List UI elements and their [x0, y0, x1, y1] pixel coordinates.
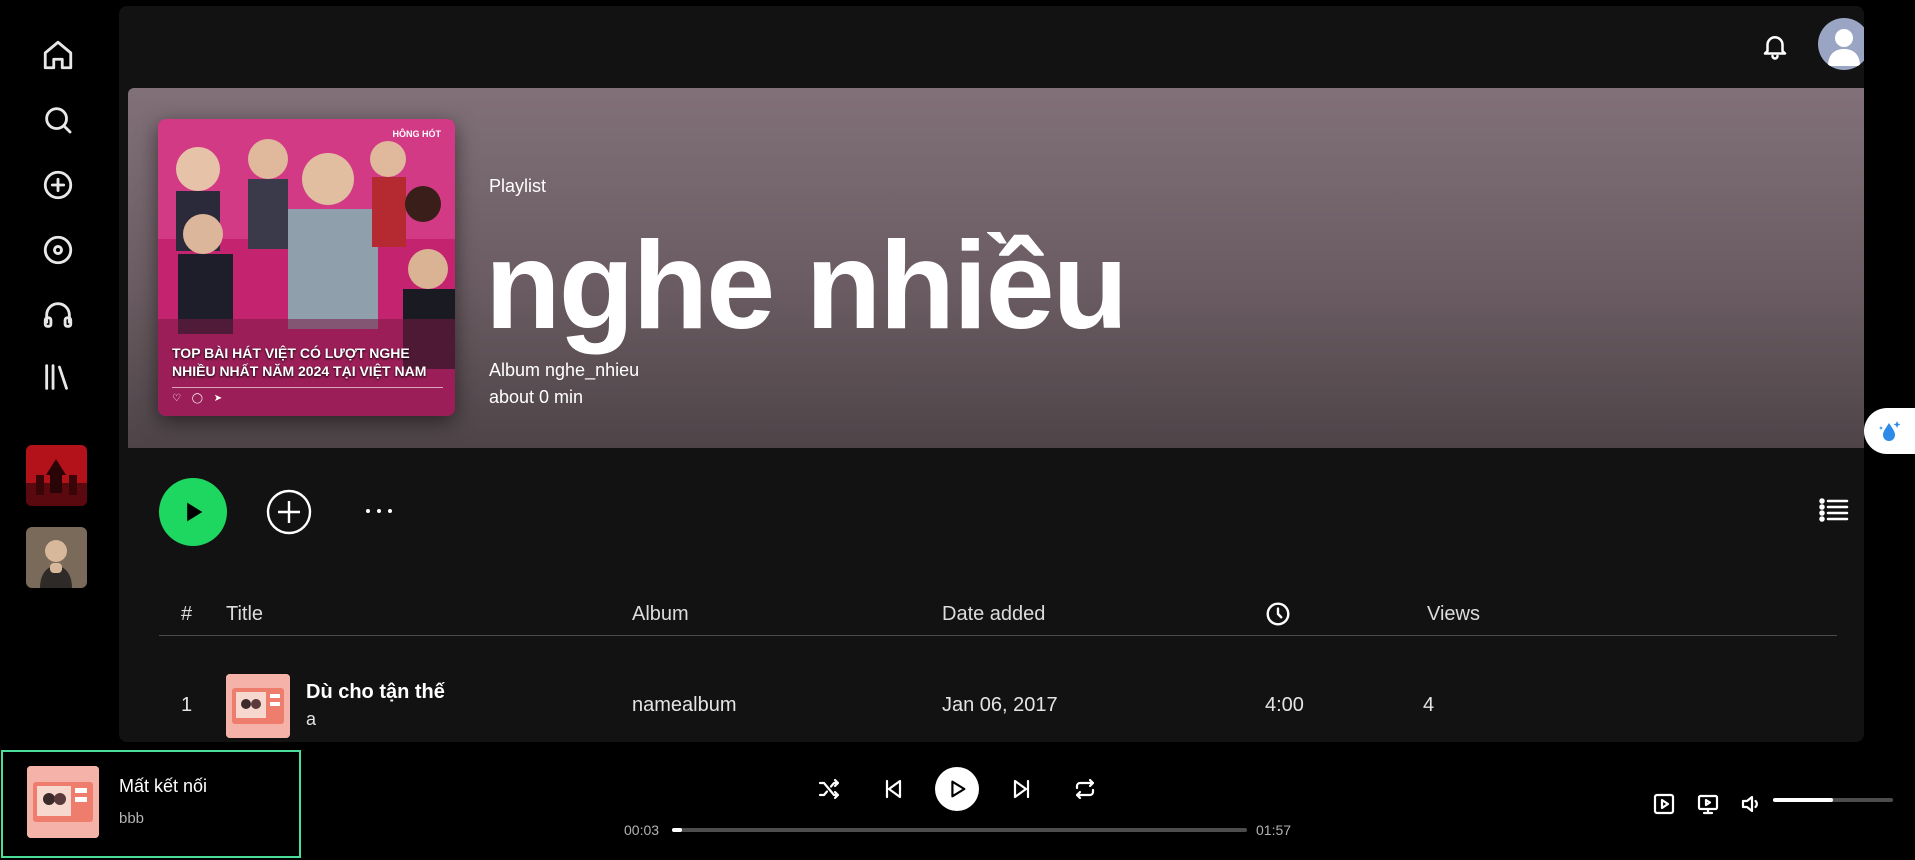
- play-square-icon: [1653, 793, 1675, 815]
- add-circle-icon: [266, 489, 312, 535]
- more-options-button[interactable]: [359, 501, 399, 521]
- now-playing[interactable]: Mất kết nối bbb: [1, 750, 301, 858]
- elapsed-time: 00:03: [624, 822, 660, 838]
- search-icon[interactable]: [34, 96, 82, 144]
- next-button[interactable]: [1007, 774, 1037, 804]
- track-title[interactable]: Dù cho tận thế: [306, 681, 445, 704]
- table-row[interactable]: 1 Dù cho tận thế a namealbum Jan 06, 201…: [159, 671, 1837, 741]
- col-date-added-header[interactable]: Date added: [942, 594, 1045, 634]
- lyrics-button[interactable]: [1650, 790, 1678, 818]
- sidebar-playlist-thumb-2[interactable]: [26, 527, 87, 588]
- skip-forward-icon: [1013, 779, 1030, 799]
- volume-slider[interactable]: [1773, 798, 1893, 802]
- home-icon[interactable]: [34, 31, 82, 79]
- playlist-title: nghe nhiều: [485, 217, 1128, 355]
- col-title-header[interactable]: Title: [226, 594, 263, 634]
- playlist-header: HÔNG HÓT TOP BÀI HÁT VIỆT CÓ LƯỢT NGHE N…: [128, 88, 1864, 448]
- shuffle-icon: [818, 778, 840, 800]
- headphones-icon[interactable]: [34, 291, 82, 339]
- cover-divider: [172, 387, 443, 388]
- playlist-cover: HÔNG HÓT TOP BÀI HÁT VIỆT CÓ LƯỢT NGHE N…: [158, 119, 455, 416]
- repeat-icon: [1075, 778, 1095, 800]
- volume-fill: [1773, 798, 1833, 802]
- track-duration: 4:00: [1265, 694, 1304, 716]
- add-to-library-button[interactable]: [265, 488, 313, 536]
- more-dot-icon: [388, 509, 392, 513]
- progress-bar[interactable]: [672, 828, 1247, 832]
- play-icon: [951, 780, 966, 798]
- track-views: 4: [1423, 694, 1435, 716]
- skip-back-icon: [885, 779, 902, 799]
- cover-social-icons: ♡ ◯ ➤: [172, 393, 227, 404]
- col-views-header[interactable]: Views: [1427, 594, 1480, 634]
- list-view-button[interactable]: [1819, 498, 1853, 526]
- col-index-header: #: [181, 603, 193, 625]
- track-date-added: Jan 06, 2017: [942, 694, 1058, 716]
- track-index: 1: [181, 694, 193, 716]
- track-album[interactable]: namealbum: [632, 694, 737, 717]
- sidebar-playlist-thumb-1[interactable]: [26, 445, 87, 506]
- now-playing-artist[interactable]: bbb: [119, 810, 144, 827]
- more-dot-icon: [366, 509, 370, 513]
- player-bar: Mất kết nối bbb 00:03 01:57: [0, 746, 1915, 860]
- bell-icon[interactable]: [1755, 26, 1795, 66]
- more-dot-icon: [377, 509, 381, 513]
- playlist-album-line: Album nghe_nhieu: [489, 360, 640, 380]
- clock-icon[interactable]: [1265, 601, 1291, 627]
- previous-button[interactable]: [878, 774, 908, 804]
- repeat-button[interactable]: [1070, 774, 1100, 804]
- disc-icon[interactable]: [34, 226, 82, 274]
- now-playing-thumbnail: [27, 766, 99, 838]
- main-panel: HÔNG HÓT TOP BÀI HÁT VIỆT CÓ LƯỢT NGHE N…: [119, 6, 1864, 742]
- cover-badge: HÔNG HÓT: [392, 129, 442, 139]
- play-playlist-button[interactable]: [159, 478, 227, 546]
- total-time: 01:57: [1256, 822, 1292, 838]
- track-table-header: # Title Album Date added Views: [159, 594, 1837, 636]
- progress-fill: [672, 828, 682, 832]
- user-avatar[interactable]: [1818, 18, 1864, 70]
- app-window: HÔNG HÓT TOP BÀI HÁT VIỆT CÓ LƯỢT NGHE N…: [0, 0, 1915, 860]
- device-button[interactable]: [1694, 790, 1722, 818]
- cover-caption: TOP BÀI HÁT VIỆT CÓ LƯỢT NGHE NHIỀU NHẤT…: [172, 345, 427, 379]
- top-bar: [119, 6, 1864, 86]
- shuffle-button[interactable]: [814, 774, 844, 804]
- add-icon[interactable]: [34, 161, 82, 209]
- monitor-icon: [1697, 794, 1719, 815]
- now-playing-title[interactable]: Mất kết nối: [119, 776, 207, 797]
- sidebar: [6, 6, 111, 746]
- library-icon[interactable]: [34, 353, 82, 401]
- playlist-type-label: Playlist: [489, 176, 547, 196]
- play-pause-button[interactable]: [935, 767, 979, 811]
- playlist-duration-line: about 0 min: [489, 387, 584, 407]
- track-artist[interactable]: a: [306, 709, 316, 730]
- volume-button[interactable]: [1737, 790, 1765, 818]
- list-icon: [1819, 498, 1849, 522]
- play-icon: [187, 502, 203, 522]
- col-album-header[interactable]: Album: [632, 594, 689, 634]
- track-thumbnail: [226, 674, 290, 738]
- droplet-extension-icon[interactable]: [1864, 408, 1915, 454]
- volume-icon: [1741, 795, 1758, 813]
